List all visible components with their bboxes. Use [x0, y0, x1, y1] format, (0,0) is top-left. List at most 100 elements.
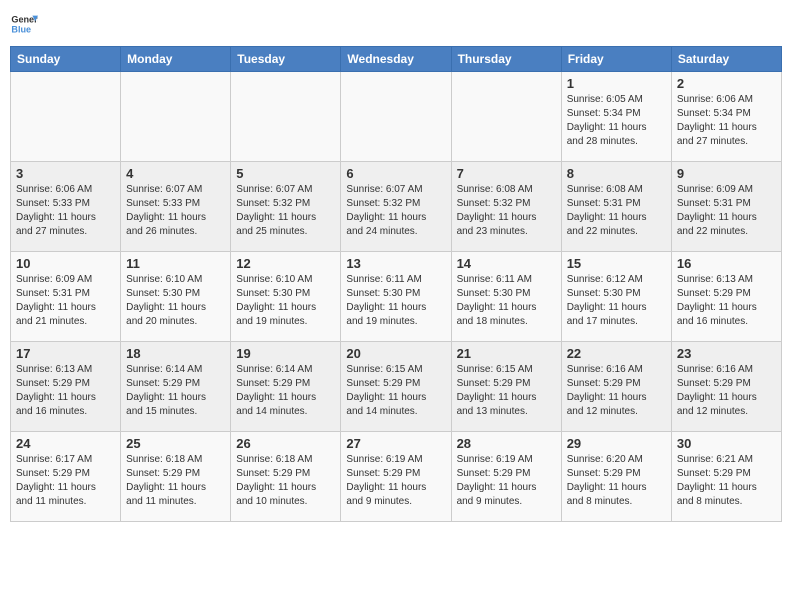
day-info: Sunrise: 6:19 AM Sunset: 5:29 PM Dayligh…	[457, 453, 556, 509]
day-info: Sunrise: 6:14 AM Sunset: 5:29 PM Dayligh…	[126, 363, 225, 419]
day-number: 11	[126, 256, 225, 271]
calendar-day-21: 21Sunrise: 6:15 AM Sunset: 5:29 PM Dayli…	[451, 342, 561, 432]
calendar-day-25: 25 Sunrise: 6:18 AM Sunset: 5:29 PM Dayli…	[121, 432, 231, 522]
day-info: Sunrise: 6:11 AM Sunset: 5:30 PM Dayligh…	[346, 273, 445, 329]
calendar-day-24: 24 Sunrise: 6:17 AM Sunset: 5:29 PM Dayli…	[11, 432, 121, 522]
calendar-day-8: 8 Sunrise: 6:08 AM Sunset: 5:31 PM Daylig…	[561, 162, 671, 252]
calendar-day-22: 22 Sunrise: 6:16 AM Sunset: 5:29 PM Dayli…	[561, 342, 671, 432]
day-number: 17	[16, 346, 115, 361]
calendar-day-10: 10Sunrise: 6:09 AM Sunset: 5:31 PM Dayli…	[11, 252, 121, 342]
day-info: Sunrise: 6:10 AM Sunset: 5:30 PM Dayligh…	[236, 273, 335, 329]
day-info: Sunrise: 6:17 AM Sunset: 5:29 PM Dayligh…	[16, 453, 115, 509]
calendar-day-27: 27 Sunrise: 6:19 AM Sunset: 5:29 PM Dayli…	[341, 432, 451, 522]
calendar-day-12: 12 Sunrise: 6:10 AM Sunset: 5:30 PM Dayli…	[231, 252, 341, 342]
weekday-header-saturday: Saturday	[671, 47, 781, 72]
day-number: 24	[16, 436, 115, 451]
day-number: 29	[567, 436, 666, 451]
day-info: Sunrise: 6:11 AM Sunset: 5:30 PM Dayligh…	[457, 273, 556, 329]
day-info: Sunrise: 6:18 AM Sunset: 5:29 PM Dayligh…	[236, 453, 335, 509]
day-number: 19	[236, 346, 335, 361]
day-info: Sunrise: 6:08 AM Sunset: 5:32 PM Dayligh…	[457, 183, 556, 239]
logo: General Blue	[10, 10, 38, 38]
day-number: 7	[457, 166, 556, 181]
calendar-day-29: 29 Sunrise: 6:20 AM Sunset: 5:29 PM Dayli…	[561, 432, 671, 522]
calendar-day-18: 18 Sunrise: 6:14 AM Sunset: 5:29 PM Dayli…	[121, 342, 231, 432]
calendar-week-row: 1 Sunrise: 6:05 AM Sunset: 5:34 PM Daylig…	[11, 72, 782, 162]
day-number: 1	[567, 76, 666, 91]
day-info: Sunrise: 6:19 AM Sunset: 5:29 PM Dayligh…	[346, 453, 445, 509]
calendar-day-20: 20 Sunrise: 6:15 AM Sunset: 5:29 PM Dayli…	[341, 342, 451, 432]
day-info: Sunrise: 6:06 AM Sunset: 5:33 PM Dayligh…	[16, 183, 115, 239]
day-number: 14	[457, 256, 556, 271]
empty-day-cell	[121, 72, 231, 162]
day-info: Sunrise: 6:09 AM Sunset: 5:31 PM Dayligh…	[16, 273, 115, 329]
calendar-day-9: 9 Sunrise: 6:09 AM Sunset: 5:31 PM Daylig…	[671, 162, 781, 252]
day-number: 4	[126, 166, 225, 181]
calendar-week-row: 17 Sunrise: 6:13 AM Sunset: 5:29 PM Dayli…	[11, 342, 782, 432]
calendar-day-2: 2 Sunrise: 6:06 AM Sunset: 5:34 PM Daylig…	[671, 72, 781, 162]
day-number: 3	[16, 166, 115, 181]
day-number: 5	[236, 166, 335, 181]
day-info: Sunrise: 6:07 AM Sunset: 5:33 PM Dayligh…	[126, 183, 225, 239]
logo-icon: General Blue	[10, 10, 38, 38]
svg-text:Blue: Blue	[11, 24, 31, 34]
day-number: 27	[346, 436, 445, 451]
day-info: Sunrise: 6:08 AM Sunset: 5:31 PM Dayligh…	[567, 183, 666, 239]
day-number: 30	[677, 436, 776, 451]
calendar-day-15: 15 Sunrise: 6:12 AM Sunset: 5:30 PM Dayli…	[561, 252, 671, 342]
day-number: 12	[236, 256, 335, 271]
day-number: 15	[567, 256, 666, 271]
weekday-header-tuesday: Tuesday	[231, 47, 341, 72]
day-number: 26	[236, 436, 335, 451]
day-number: 16	[677, 256, 776, 271]
day-info: Sunrise: 6:13 AM Sunset: 5:29 PM Dayligh…	[16, 363, 115, 419]
calendar-day-13: 13 Sunrise: 6:11 AM Sunset: 5:30 PM Dayli…	[341, 252, 451, 342]
day-number: 13	[346, 256, 445, 271]
day-info: Sunrise: 6:09 AM Sunset: 5:31 PM Dayligh…	[677, 183, 776, 239]
day-info: Sunrise: 6:10 AM Sunset: 5:30 PM Dayligh…	[126, 273, 225, 329]
weekday-header-wednesday: Wednesday	[341, 47, 451, 72]
calendar-day-7: 7 Sunrise: 6:08 AM Sunset: 5:32 PM Daylig…	[451, 162, 561, 252]
day-info: Sunrise: 6:12 AM Sunset: 5:30 PM Dayligh…	[567, 273, 666, 329]
weekday-header-friday: Friday	[561, 47, 671, 72]
calendar-day-28: 28Sunrise: 6:19 AM Sunset: 5:29 PM Dayli…	[451, 432, 561, 522]
day-number: 22	[567, 346, 666, 361]
day-info: Sunrise: 6:13 AM Sunset: 5:29 PM Dayligh…	[677, 273, 776, 329]
day-number: 9	[677, 166, 776, 181]
calendar-day-6: 6Sunrise: 6:07 AM Sunset: 5:32 PM Daylig…	[341, 162, 451, 252]
day-info: Sunrise: 6:15 AM Sunset: 5:29 PM Dayligh…	[457, 363, 556, 419]
day-info: Sunrise: 6:05 AM Sunset: 5:34 PM Dayligh…	[567, 93, 666, 149]
day-info: Sunrise: 6:16 AM Sunset: 5:29 PM Dayligh…	[677, 363, 776, 419]
empty-day-cell	[341, 72, 451, 162]
calendar-week-row: 3 Sunrise: 6:06 AM Sunset: 5:33 PM Daylig…	[11, 162, 782, 252]
weekday-header-thursday: Thursday	[451, 47, 561, 72]
calendar-day-11: 11 Sunrise: 6:10 AM Sunset: 5:30 PM Dayli…	[121, 252, 231, 342]
calendar-day-23: 23 Sunrise: 6:16 AM Sunset: 5:29 PM Dayli…	[671, 342, 781, 432]
day-info: Sunrise: 6:21 AM Sunset: 5:29 PM Dayligh…	[677, 453, 776, 509]
calendar-day-14: 14 Sunrise: 6:11 AM Sunset: 5:30 PM Dayli…	[451, 252, 561, 342]
day-number: 25	[126, 436, 225, 451]
calendar-day-19: 19Sunrise: 6:14 AM Sunset: 5:29 PM Dayli…	[231, 342, 341, 432]
day-info: Sunrise: 6:06 AM Sunset: 5:34 PM Dayligh…	[677, 93, 776, 149]
day-info: Sunrise: 6:16 AM Sunset: 5:29 PM Dayligh…	[567, 363, 666, 419]
day-number: 8	[567, 166, 666, 181]
calendar-day-16: 16 Sunrise: 6:13 AM Sunset: 5:29 PM Dayli…	[671, 252, 781, 342]
empty-day-cell	[231, 72, 341, 162]
calendar-day-5: 5 Sunrise: 6:07 AM Sunset: 5:32 PM Daylig…	[231, 162, 341, 252]
calendar-week-row: 10Sunrise: 6:09 AM Sunset: 5:31 PM Dayli…	[11, 252, 782, 342]
day-info: Sunrise: 6:18 AM Sunset: 5:29 PM Dayligh…	[126, 453, 225, 509]
day-number: 2	[677, 76, 776, 91]
calendar-day-4: 4 Sunrise: 6:07 AM Sunset: 5:33 PM Daylig…	[121, 162, 231, 252]
weekday-header-row: SundayMondayTuesdayWednesdayThursdayFrid…	[11, 47, 782, 72]
day-number: 23	[677, 346, 776, 361]
calendar-day-26: 26 Sunrise: 6:18 AM Sunset: 5:29 PM Dayli…	[231, 432, 341, 522]
day-info: Sunrise: 6:15 AM Sunset: 5:29 PM Dayligh…	[346, 363, 445, 419]
day-info: Sunrise: 6:07 AM Sunset: 5:32 PM Dayligh…	[236, 183, 335, 239]
day-number: 18	[126, 346, 225, 361]
day-info: Sunrise: 6:07 AM Sunset: 5:32 PM Dayligh…	[346, 183, 445, 239]
day-number: 20	[346, 346, 445, 361]
calendar-day-3: 3 Sunrise: 6:06 AM Sunset: 5:33 PM Daylig…	[11, 162, 121, 252]
calendar-week-row: 24 Sunrise: 6:17 AM Sunset: 5:29 PM Dayli…	[11, 432, 782, 522]
day-info: Sunrise: 6:20 AM Sunset: 5:29 PM Dayligh…	[567, 453, 666, 509]
calendar-day-30: 30 Sunrise: 6:21 AM Sunset: 5:29 PM Dayli…	[671, 432, 781, 522]
